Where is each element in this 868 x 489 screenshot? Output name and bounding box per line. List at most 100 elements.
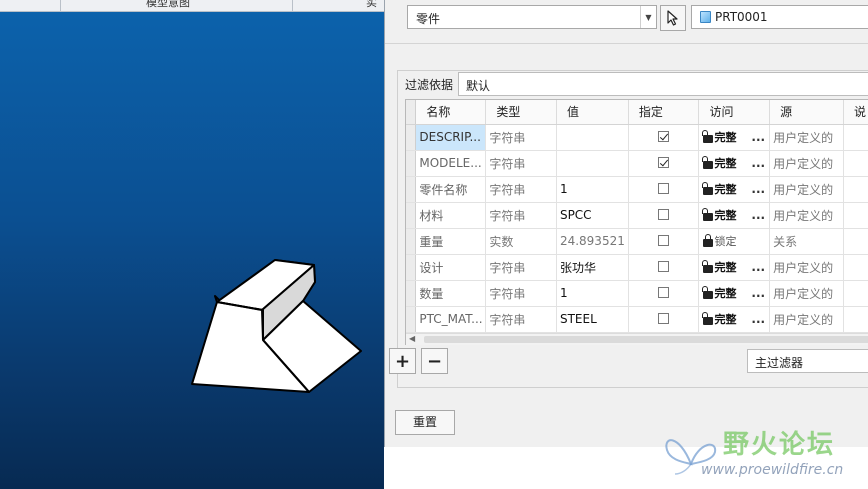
- param-description-cell[interactable]: [843, 254, 868, 281]
- param-designate-cell[interactable]: [628, 176, 700, 203]
- designate-checkbox[interactable]: [658, 131, 670, 142]
- param-type-cell[interactable]: 字符串: [485, 280, 557, 307]
- table-row[interactable]: 重量 实数 24.893521 锁定 关系: [406, 228, 868, 255]
- param-type-cell[interactable]: 字符串: [485, 306, 557, 333]
- model-intent-tab[interactable]: 模型意图: [146, 0, 190, 11]
- row-header[interactable]: [406, 306, 417, 333]
- designate-checkbox[interactable]: [658, 287, 670, 298]
- param-value-cell[interactable]: 1: [556, 280, 629, 307]
- object-type-select[interactable]: 零件 ▼: [407, 5, 657, 29]
- access-more-button[interactable]: ...: [751, 130, 765, 144]
- param-source-cell[interactable]: 用户定义的: [769, 280, 844, 307]
- param-description-cell[interactable]: [843, 176, 868, 203]
- column-header-designate[interactable]: 指定: [628, 100, 700, 125]
- param-type-cell[interactable]: 字符串: [485, 202, 557, 229]
- param-value-cell[interactable]: 张功华: [556, 254, 629, 281]
- param-name-cell[interactable]: 材料: [415, 202, 487, 229]
- table-row[interactable]: 设计 字符串 张功华 完整... 用户定义的: [406, 254, 868, 281]
- row-header[interactable]: [406, 228, 417, 255]
- row-header[interactable]: [406, 150, 417, 177]
- part-name-field[interactable]: PRT0001: [691, 5, 868, 29]
- access-more-button[interactable]: ...: [751, 286, 765, 300]
- param-type-cell[interactable]: 字符串: [485, 176, 557, 203]
- param-designate-cell[interactable]: [628, 150, 700, 177]
- param-source-cell[interactable]: 用户定义的: [769, 202, 844, 229]
- access-more-button[interactable]: ...: [751, 182, 765, 196]
- param-type-cell[interactable]: 实数: [485, 228, 557, 255]
- param-access-cell[interactable]: 完整...: [698, 280, 771, 307]
- param-name-cell[interactable]: MODELE...: [415, 150, 487, 177]
- reset-button[interactable]: 重置: [395, 410, 455, 435]
- param-designate-cell[interactable]: [628, 254, 700, 281]
- column-header-access[interactable]: 访问: [698, 100, 771, 125]
- param-access-cell[interactable]: 锁定: [698, 228, 771, 255]
- table-row[interactable]: 零件名称 字符串 1 完整... 用户定义的: [406, 176, 868, 203]
- param-type-cell[interactable]: 字符串: [485, 124, 557, 151]
- param-access-cell[interactable]: 完整...: [698, 150, 771, 177]
- param-access-cell[interactable]: 完整...: [698, 254, 771, 281]
- param-name-cell[interactable]: PTC_MAT...: [415, 306, 487, 333]
- row-header[interactable]: [406, 254, 417, 281]
- param-designate-cell[interactable]: [628, 306, 700, 333]
- row-header[interactable]: [406, 124, 417, 151]
- param-designate-cell[interactable]: [628, 202, 700, 229]
- remove-parameter-button[interactable]: −: [421, 348, 448, 374]
- param-access-cell[interactable]: 完整...: [698, 124, 771, 151]
- param-value-cell[interactable]: 1: [556, 176, 629, 203]
- param-source-cell[interactable]: 用户定义的: [769, 124, 844, 151]
- add-parameter-button[interactable]: +: [389, 348, 416, 374]
- param-source-cell[interactable]: 用户定义的: [769, 254, 844, 281]
- row-header[interactable]: [406, 176, 417, 203]
- param-value-cell[interactable]: [556, 124, 629, 151]
- part-3d-model[interactable]: [185, 255, 367, 397]
- table-row[interactable]: 数量 字符串 1 完整... 用户定义的: [406, 280, 868, 307]
- param-value-cell[interactable]: STEEL: [556, 306, 629, 333]
- param-name-cell[interactable]: 零件名称: [415, 176, 487, 203]
- param-name-cell[interactable]: DESCRIP...: [415, 124, 487, 151]
- select-object-button[interactable]: [660, 5, 686, 31]
- param-description-cell[interactable]: [843, 202, 868, 229]
- param-access-cell[interactable]: 完整...: [698, 176, 771, 203]
- designate-checkbox[interactable]: [658, 183, 670, 194]
- access-more-button[interactable]: ...: [751, 208, 765, 222]
- param-value-cell[interactable]: 24.893521: [556, 228, 629, 255]
- horizontal-scrollbar[interactable]: ◀: [406, 333, 868, 345]
- column-header-type[interactable]: 类型: [485, 100, 557, 125]
- access-more-button[interactable]: ...: [751, 312, 765, 326]
- table-row[interactable]: DESCRIP... 字符串 完整... 用户定义的: [406, 124, 868, 151]
- param-description-cell[interactable]: [843, 150, 868, 177]
- param-value-cell[interactable]: [556, 150, 629, 177]
- column-header-name[interactable]: 名称: [415, 100, 487, 125]
- param-value-cell[interactable]: SPCC: [556, 202, 629, 229]
- param-designate-cell[interactable]: [628, 228, 700, 255]
- param-name-cell[interactable]: 重量: [415, 228, 487, 255]
- param-source-cell[interactable]: 用户定义的: [769, 150, 844, 177]
- column-header-description[interactable]: 说: [843, 100, 868, 125]
- access-more-button[interactable]: ...: [751, 260, 765, 274]
- scrollbar-thumb[interactable]: [424, 336, 868, 343]
- row-header[interactable]: [406, 202, 417, 229]
- param-type-cell[interactable]: 字符串: [485, 150, 557, 177]
- designate-checkbox[interactable]: [658, 313, 670, 324]
- chevron-down-icon[interactable]: ▼: [640, 6, 656, 28]
- param-description-cell[interactable]: [843, 280, 868, 307]
- access-more-button[interactable]: ...: [751, 156, 765, 170]
- param-name-cell[interactable]: 数量: [415, 280, 487, 307]
- param-source-cell[interactable]: 用户定义的: [769, 306, 844, 333]
- designate-checkbox[interactable]: [658, 157, 670, 168]
- param-description-cell[interactable]: [843, 124, 868, 151]
- column-header-source[interactable]: 源: [769, 100, 844, 125]
- param-access-cell[interactable]: 完整...: [698, 202, 771, 229]
- param-source-cell[interactable]: 关系: [769, 228, 844, 255]
- table-row[interactable]: 材料 字符串 SPCC 完整... 用户定义的: [406, 202, 868, 229]
- param-type-cell[interactable]: 字符串: [485, 254, 557, 281]
- graphics-viewport[interactable]: 模型意图 实: [0, 0, 384, 489]
- designate-checkbox[interactable]: [658, 261, 670, 272]
- filter-by-select[interactable]: 默认: [458, 72, 868, 96]
- table-row[interactable]: MODELE... 字符串 完整... 用户定义的: [406, 150, 868, 177]
- param-designate-cell[interactable]: [628, 124, 700, 151]
- designate-checkbox[interactable]: [658, 235, 670, 246]
- column-header-value[interactable]: 值: [556, 100, 629, 125]
- scroll-left-icon[interactable]: ◀: [409, 334, 415, 343]
- table-row[interactable]: PTC_MAT... 字符串 STEEL 完整... 用户定义的: [406, 306, 868, 333]
